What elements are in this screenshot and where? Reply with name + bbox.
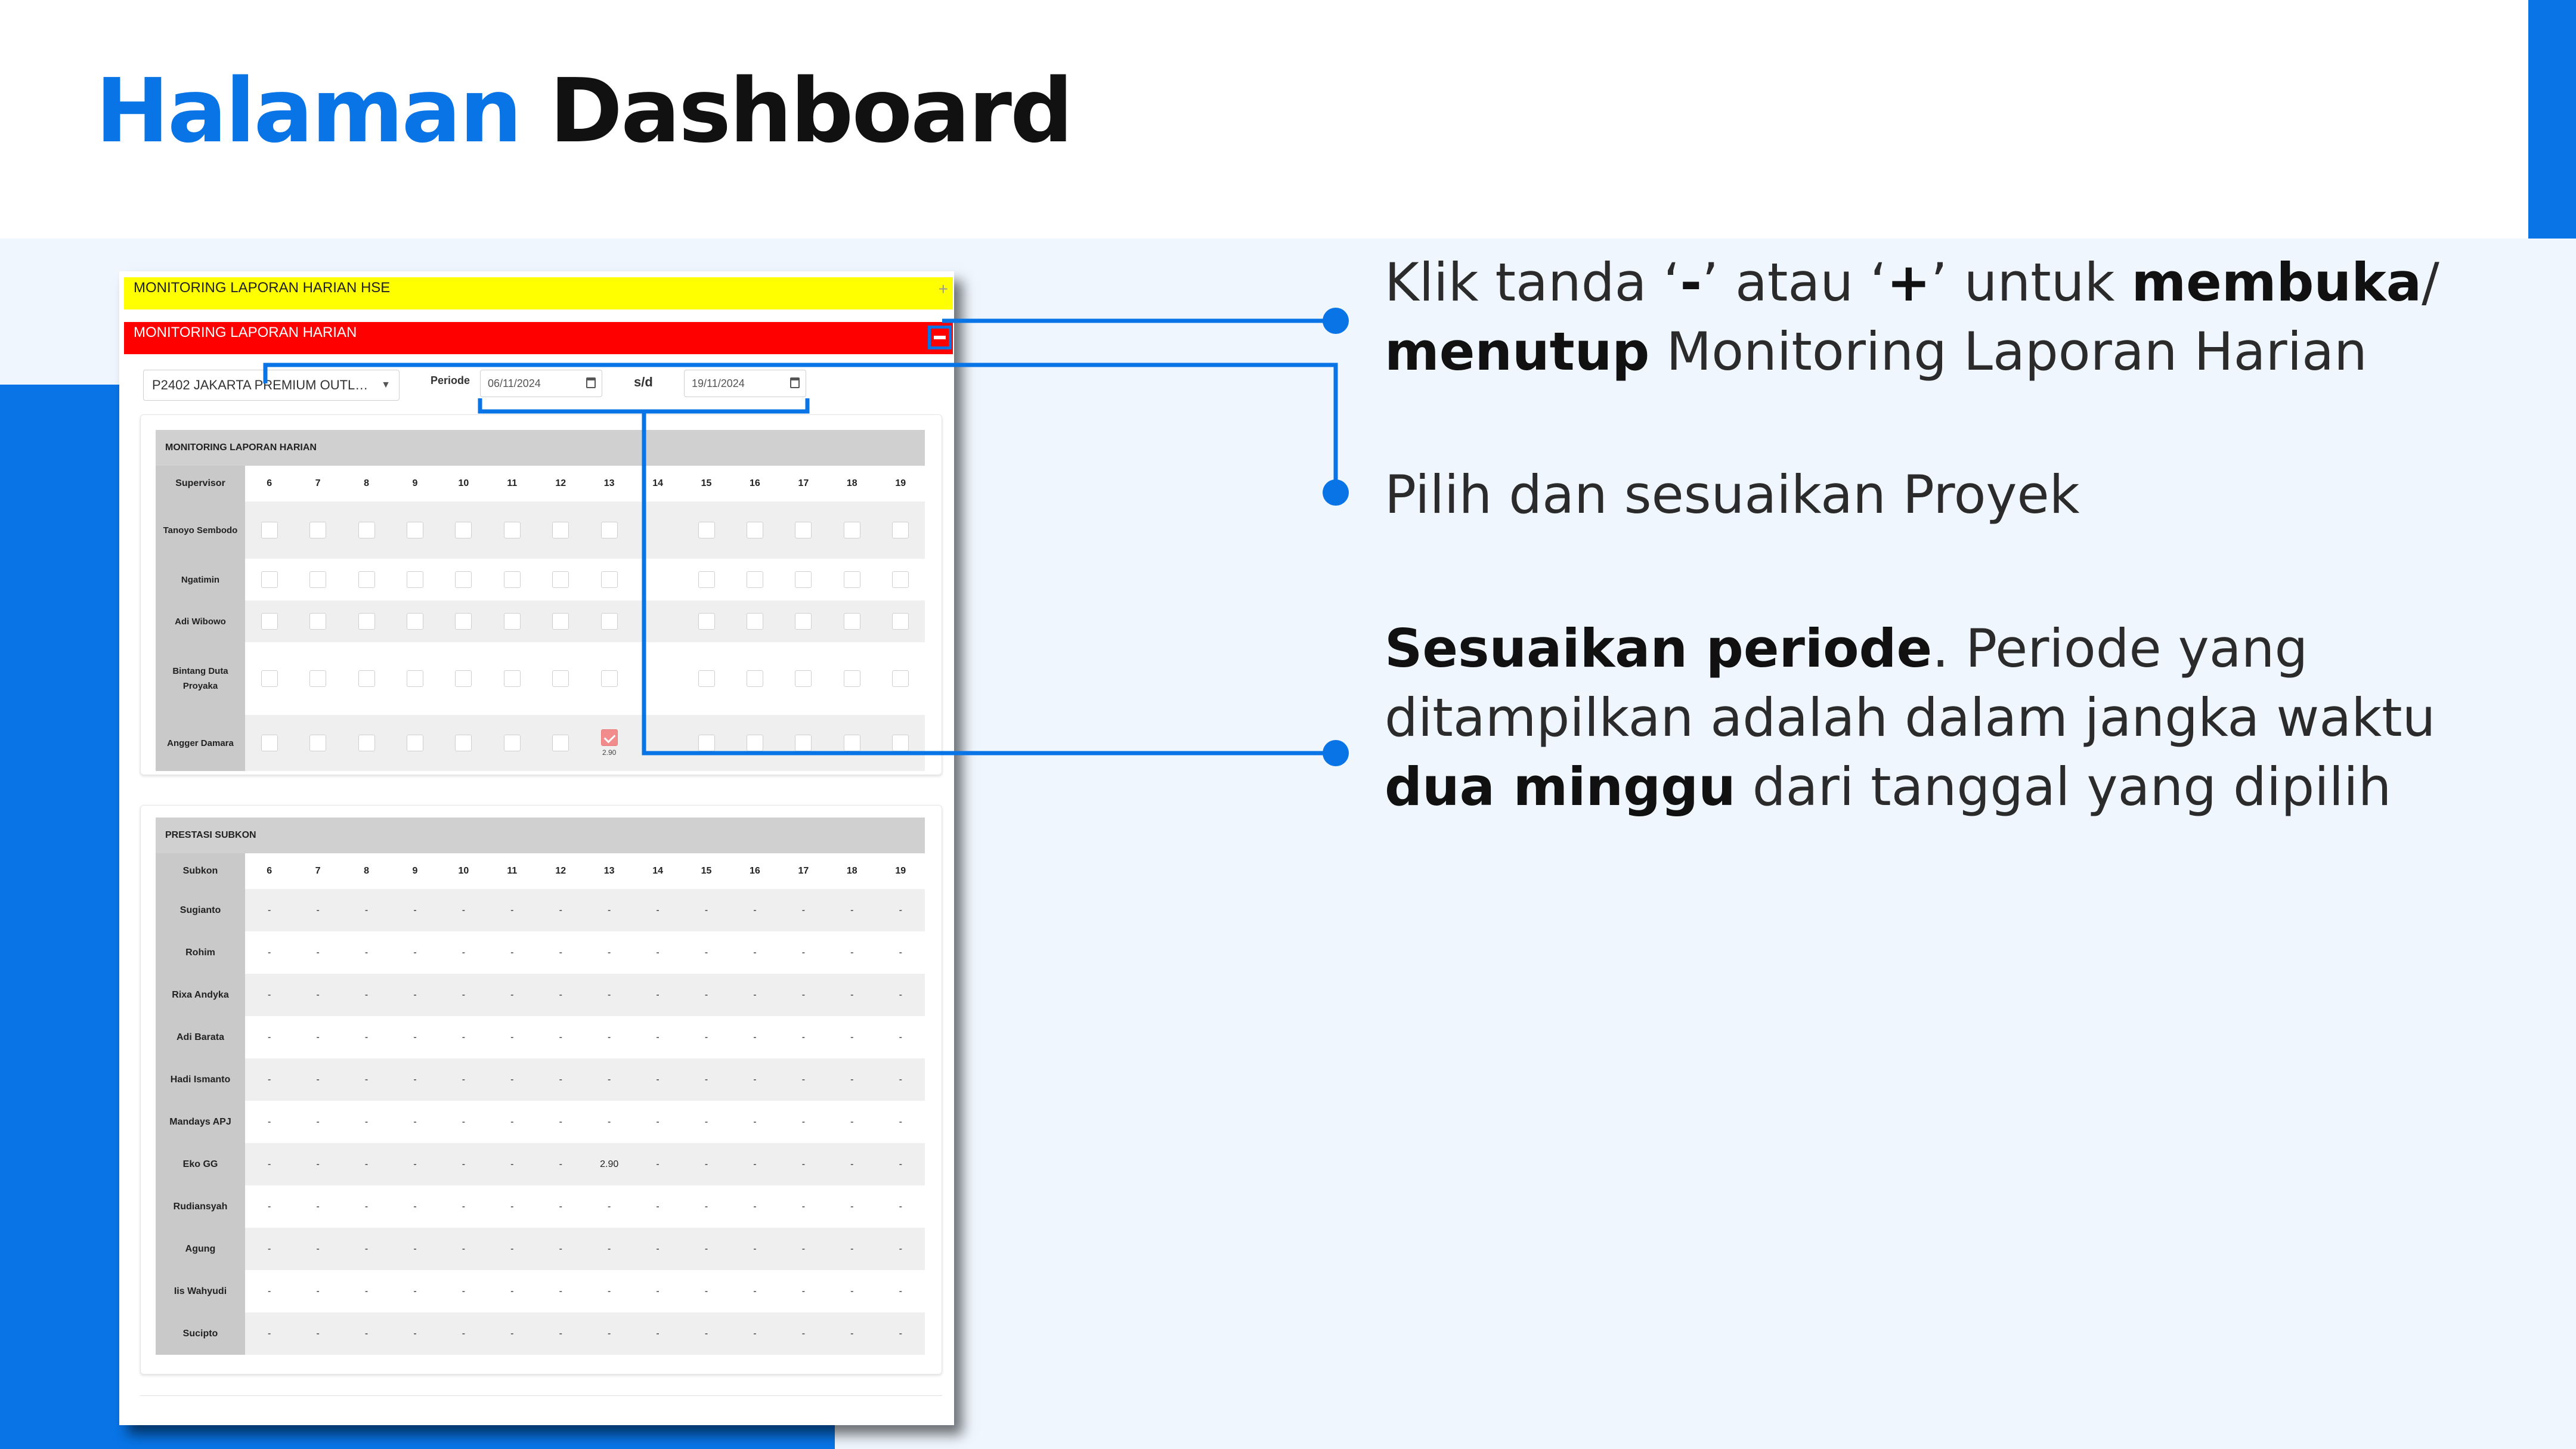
connector-period: [642, 411, 1336, 756]
bullet-dot: [1323, 740, 1349, 766]
callout-text: /: [2422, 252, 2439, 313]
callout-text: Pilih dan sesuaikan Proyek: [1385, 464, 2080, 525]
callout-period: Sesuaikan periode. Periode yang ditampil…: [1385, 614, 2518, 822]
callout-project: Pilih dan sesuaikan Proyek: [1385, 460, 2518, 530]
callout-text: dari tanggal yang dipilih: [1735, 756, 2392, 818]
callout-text: Monitoring Laporan Harian: [1649, 321, 2367, 382]
connector-project: [263, 363, 1338, 493]
callout-bold: dua minggu: [1385, 756, 1736, 818]
bullet-dot: [1323, 308, 1349, 334]
callout-bold: +: [1887, 252, 1931, 313]
callout-bold: menutup: [1385, 321, 1650, 382]
connector-period-bracket: [478, 398, 810, 414]
bullet-dot: [1323, 479, 1349, 506]
callout-text: ’ atau ‘: [1702, 252, 1887, 313]
callout-bold: Sesuaikan periode: [1385, 618, 1933, 679]
callout-bold: membuka: [2131, 252, 2422, 313]
callout-toggle: Klik tanda ‘-’ atau ‘+’ untuk membuka/ m…: [1385, 248, 2518, 386]
callout-text: ’ untuk: [1930, 252, 2132, 313]
callout-bold: -: [1680, 252, 1702, 313]
callout-text: Klik tanda ‘: [1385, 252, 1680, 313]
